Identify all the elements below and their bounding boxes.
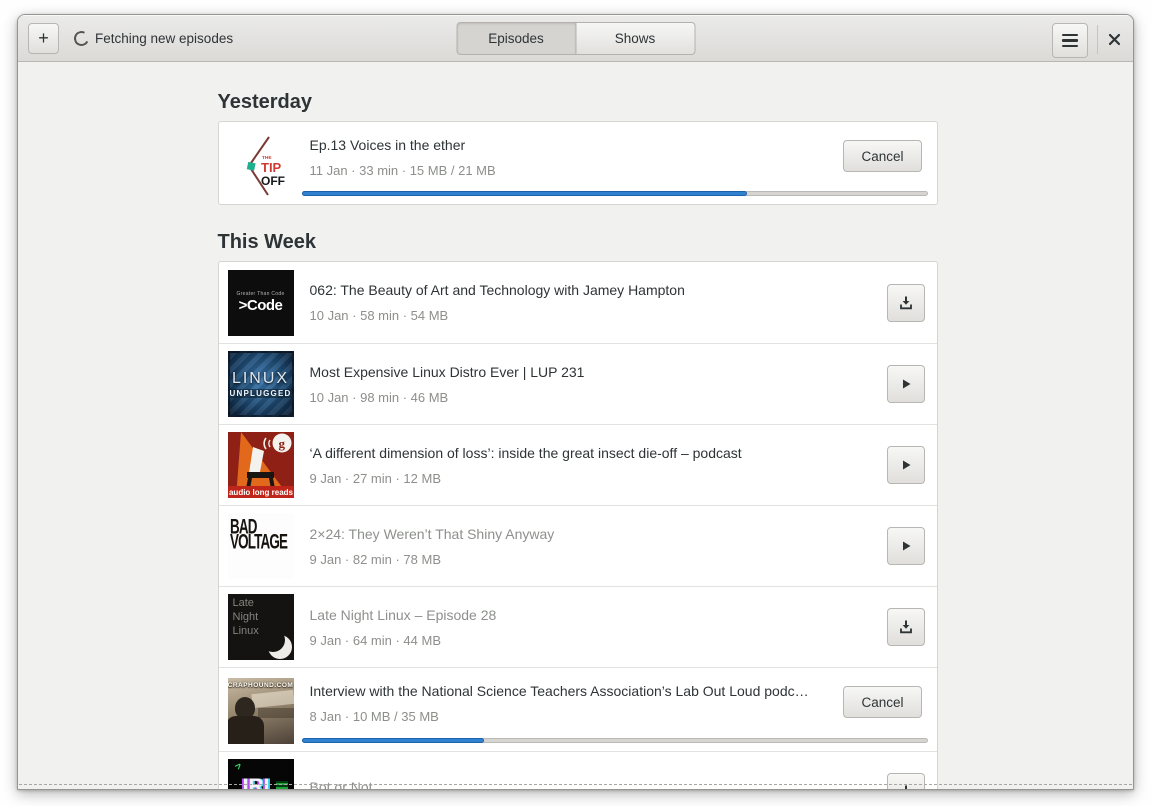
play-icon [902,379,910,389]
episode-title: Interview with the National Science Teac… [309,683,809,699]
logo-text: Night [232,610,259,623]
logo-text: LINUX [231,370,290,387]
download-button[interactable] [886,283,925,322]
add-podcast-button[interactable]: + [28,23,59,54]
play-button[interactable] [886,365,925,403]
menu-button[interactable] [1052,23,1088,58]
download-icon [899,296,912,309]
close-button[interactable] [1101,26,1127,52]
episode-row-bad-voltage[interactable]: BAD VOLTAGE 2×24: They Weren’t That Shin… [218,505,937,586]
tab-episodes[interactable]: Episodes [456,22,576,55]
logo-text: CRAPHOUND.COM [227,682,294,689]
episode-meta: 9 Jan · 82 min · 78 MB [309,551,442,567]
play-button[interactable] [886,527,925,565]
episode-title: Late Night Linux – Episode 28 [309,606,497,623]
hamburger-icon [1062,31,1078,50]
podcast-cover-the-tip-off: THE TIP OFF [227,132,294,198]
scroll-undershoot-indicator [19,784,1132,785]
episode-title: Most Expensive Linux Distro Ever | LUP 2… [309,363,585,380]
logo-text: Greater Than Code [236,290,285,297]
download-icon [899,620,912,634]
download-button[interactable] [886,773,925,789]
logo-text: >Code [238,296,283,314]
logo-text: g [278,436,285,451]
logo-art [275,781,288,789]
episode-meta: 11 Jan · 33 min · 15 MB / 21 MB [309,163,496,178]
episode-meta: 9 Jan · 64 min · 44 MB [309,632,442,648]
download-button[interactable] [886,608,925,646]
podcast-cover-greater-than-code: Greater Than Code >Code [227,269,294,336]
play-icon [902,541,910,551]
moon-icon [260,628,292,659]
status-text: Fetching new episodes [95,31,234,46]
episode-meta: 9 Jan · 27 min · 12 MB [309,470,442,486]
episode-title: 2×24: They Weren’t That Shiny Anyway [309,525,555,542]
play-icon [902,460,910,470]
tab-shows[interactable]: Shows [575,22,695,55]
app-window: + Fetching new episodes Episodes Shows Y… [17,14,1134,790]
download-progressbar [301,738,928,743]
logo-text: UNPLUGGED [229,389,292,398]
episode-row-tip-off[interactable]: THE TIP OFF Ep.13 Voices in the ether 11… [217,121,938,205]
episode-title: 062: The Beauty of Art and Technology wi… [309,282,685,298]
podcast-cover-late-night-linux: Late Night Linux [227,594,294,660]
logo-text: > [232,760,245,773]
play-button[interactable] [886,446,925,484]
section-heading-yesterday: Yesterday [217,91,313,113]
episode-meta: 10 Jan · 58 min · 54 MB [309,308,449,323]
logo-text: audio long reads [228,488,293,497]
logo-art [227,716,264,744]
cancel-download-button[interactable]: Cancel [843,686,922,718]
section-heading-this-week: This Week [217,231,317,253]
download-progressbar [301,191,928,196]
episode-row-craphound[interactable]: CRAPHOUND.COM Interview with the Nationa… [218,667,937,751]
podcast-cover-craphound: CRAPHOUND.COM [227,678,294,744]
episode-meta: 10 Jan · 98 min · 46 MB [309,389,449,405]
view-switcher: Episodes Shows [456,22,695,55]
logo-text: IRL [242,775,277,789]
this-week-list: Greater Than Code >Code 062: The Beauty … [217,261,938,789]
logo-text: TIP [261,160,282,175]
episode-row-audio-long-reads[interactable]: g audio long reads ‘A different dimensio… [218,424,937,505]
headerbar: + Fetching new episodes Episodes Shows [18,15,1133,62]
logo-text: OFF [261,174,285,188]
logo-art [257,708,294,718]
logo-text: Late [232,597,254,609]
cancel-download-button[interactable]: Cancel [843,140,922,172]
episode-row-late-night-linux[interactable]: Late Night Linux Late Night Linux – Epis… [218,586,937,667]
headerbar-separator [1097,25,1098,54]
loading-spinner-icon [72,29,91,48]
episode-title: ‘A different dimension of loss’: inside … [309,444,742,461]
episode-title: Ep.13 Voices in the ether [309,137,466,153]
episode-meta: 8 Jan · 10 MB / 35 MB [309,709,439,724]
podcast-cover-linux-unplugged: LINUX UNPLUGGED [227,351,294,417]
podcast-cover-bad-voltage: BAD VOLTAGE [227,513,294,579]
logo-text: VOLTAGE [229,531,288,554]
logo-art [250,689,294,709]
episode-list-scroll-area[interactable]: Yesterday THE TIP OFF Ep.13 Voices in th… [18,62,1133,789]
podcast-cover-audio-long-reads: g audio long reads [227,432,294,498]
close-icon [1108,33,1120,45]
episode-row-linux-unplugged[interactable]: LINUX UNPLUGGED Most Expensive Linux Dis… [218,343,937,424]
episode-row-greater-than-code[interactable]: Greater Than Code >Code 062: The Beauty … [219,262,937,343]
